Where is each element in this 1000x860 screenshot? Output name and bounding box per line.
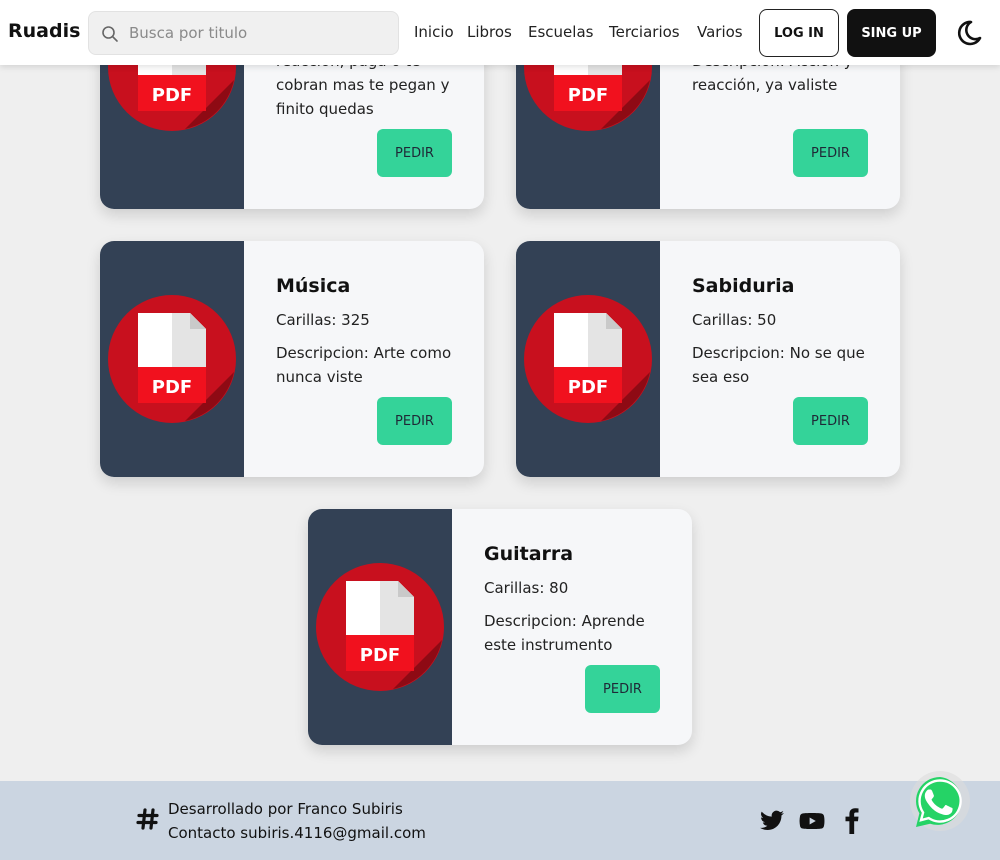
whatsapp-icon[interactable] bbox=[908, 771, 972, 835]
pedir-button[interactable]: PEDIR bbox=[793, 397, 868, 445]
card-title: Música bbox=[276, 275, 351, 297]
search-icon bbox=[102, 26, 118, 42]
nav-terciarios[interactable]: Terciarios bbox=[609, 23, 680, 41]
search-box[interactable] bbox=[88, 11, 399, 55]
youtube-icon[interactable] bbox=[799, 808, 825, 834]
login-button[interactable]: LOG IN bbox=[759, 9, 839, 57]
twitter-icon[interactable] bbox=[759, 808, 785, 834]
top-navbar: Ruadis Inicio Libros Escuelas Terciarios… bbox=[0, 0, 1000, 65]
card-description: Descripcion: Arte como nunca viste bbox=[276, 344, 452, 386]
search-input[interactable] bbox=[129, 12, 389, 54]
pedir-button[interactable]: PEDIR bbox=[585, 665, 660, 713]
book-card: PDF Guitarra Carillas: 80 Descripcion: A… bbox=[308, 509, 692, 745]
book-card: PDF Sabiduria Carillas: 50 Descripcion: … bbox=[516, 241, 900, 477]
pdf-label: PDF bbox=[152, 85, 192, 106]
book-card: PDF Música Carillas: 325 Descripcion: Ar… bbox=[100, 241, 484, 477]
pedir-button[interactable]: PEDIR bbox=[377, 129, 452, 177]
nav-escuelas[interactable]: Escuelas bbox=[528, 23, 593, 41]
developer-credit: Desarrollado por Franco Subiris bbox=[168, 800, 403, 818]
moon-icon[interactable] bbox=[951, 16, 985, 50]
contact-email[interactable]: Contacto subiris.4116@gmail.com bbox=[168, 824, 426, 842]
card-description: Descripcion: Aprende este instrumento bbox=[484, 612, 645, 654]
card-description: Descripcion: No se que sea eso bbox=[692, 344, 865, 386]
card-pages: Carillas: 325 bbox=[276, 311, 370, 329]
signup-button[interactable]: SING UP bbox=[847, 9, 936, 57]
card-pages: Carillas: 80 bbox=[484, 579, 569, 597]
hashtag-icon bbox=[136, 808, 159, 830]
pdf-label: PDF bbox=[152, 377, 192, 398]
pdf-label: PDF bbox=[360, 645, 400, 666]
card-title: Sabiduria bbox=[692, 275, 795, 297]
pdf-label: PDF bbox=[568, 377, 608, 398]
card-title: Guitarra bbox=[484, 543, 574, 565]
pdf-icon: PDF bbox=[316, 563, 444, 691]
pdf-label: PDF bbox=[568, 85, 608, 106]
nav-inicio[interactable]: Inicio bbox=[414, 23, 454, 41]
nav-libros[interactable]: Libros bbox=[467, 23, 512, 41]
nav-varios[interactable]: Varios bbox=[697, 23, 743, 41]
card-image-panel: PDF bbox=[100, 241, 244, 477]
footer: Desarrollado por Franco Subiris Contacto… bbox=[0, 781, 1000, 860]
card-pages: Carillas: 50 bbox=[692, 311, 777, 329]
card-image-panel: PDF bbox=[308, 509, 452, 745]
card-image-panel: PDF bbox=[516, 241, 660, 477]
pedir-button[interactable]: PEDIR bbox=[793, 129, 868, 177]
pdf-icon: PDF bbox=[524, 295, 652, 423]
facebook-icon[interactable] bbox=[839, 808, 865, 834]
brand-logo[interactable]: Ruadis bbox=[8, 20, 80, 42]
pedir-button[interactable]: PEDIR bbox=[377, 397, 452, 445]
pdf-icon: PDF bbox=[108, 295, 236, 423]
